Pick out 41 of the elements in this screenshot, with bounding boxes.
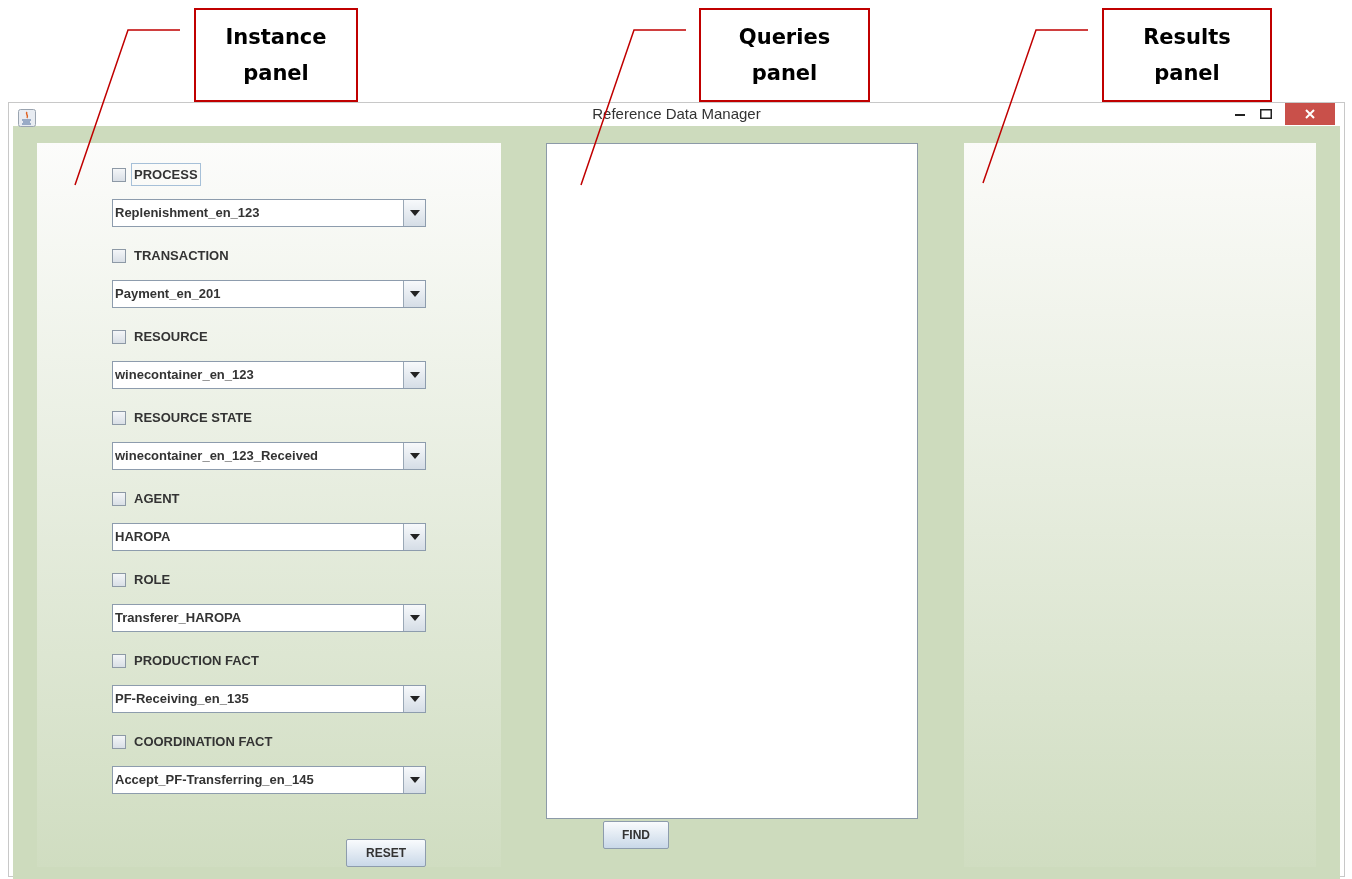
checkbox-label: PROCESS [131, 162, 201, 187]
checkbox-label: RESOURCE [133, 327, 209, 346]
checkbox[interactable] [112, 734, 126, 749]
checkbox-label: ROLE [133, 570, 172, 589]
checkbox[interactable] [112, 248, 126, 263]
checkbox-label: COORDINATION FACT [133, 732, 274, 751]
close-icon [1305, 109, 1315, 119]
callout-label: Queries panel [699, 8, 870, 102]
checkbox-label: RESOURCE STATE [133, 408, 253, 427]
checkbox[interactable] [112, 329, 126, 344]
minimize-icon [1235, 112, 1245, 116]
callout-label: Instance panel [194, 8, 358, 102]
checkbox[interactable] [112, 572, 126, 587]
checkbox-label: AGENT [133, 489, 181, 508]
caret-icon [409, 290, 420, 297]
caret-icon [409, 776, 420, 783]
dropdown[interactable]: winecontainer_en_123 [112, 360, 426, 389]
dropdown[interactable]: HAROPA [112, 522, 426, 551]
checkbox[interactable] [112, 491, 126, 506]
dropdown[interactable]: Payment_en_201 [112, 279, 426, 308]
dropdown[interactable]: Accept_PF-Transferring_en_145 [112, 765, 426, 794]
dropdown[interactable]: PF-Receiving_en_135 [112, 684, 426, 713]
checkbox[interactable] [112, 410, 126, 425]
caret-icon [409, 533, 420, 540]
checkbox[interactable] [112, 167, 126, 182]
checkbox-label: PRODUCTION FACT [133, 651, 260, 670]
checkbox[interactable] [112, 653, 126, 668]
caret-icon [409, 209, 420, 216]
find-button[interactable]: FIND [603, 820, 669, 849]
checkbox-label: TRANSACTION [133, 246, 230, 265]
close-button[interactable] [1285, 103, 1335, 125]
reset-button[interactable]: RESET [346, 838, 426, 867]
callout-label: Results panel [1102, 8, 1272, 102]
caret-icon [409, 371, 420, 378]
maximize-icon [1260, 109, 1272, 119]
dropdown[interactable]: Replenishment_en_123 [112, 198, 426, 227]
caret-icon [409, 452, 420, 459]
caret-icon [409, 614, 420, 621]
dropdown[interactable]: Transferer_HAROPA [112, 603, 426, 632]
dropdown[interactable]: winecontainer_en_123_Received [112, 441, 426, 470]
caret-icon [409, 695, 420, 702]
